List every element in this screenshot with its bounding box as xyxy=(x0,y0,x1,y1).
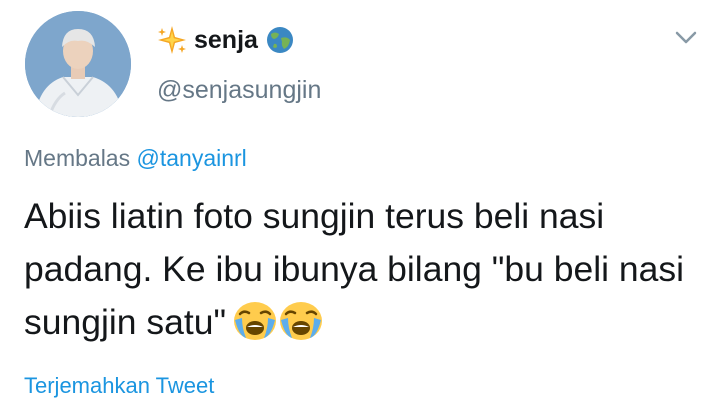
tweet-card: senja @senjasungjin Membalas @tanyainrl … xyxy=(0,0,720,405)
tweet-emoji-group xyxy=(232,300,324,357)
avatar[interactable] xyxy=(25,11,131,117)
reply-target-link[interactable]: @tanyainrl xyxy=(137,145,247,171)
loudly-crying-face-icon xyxy=(278,300,324,342)
chevron-down-icon[interactable] xyxy=(674,30,698,46)
reply-context: Membalas @tanyainrl xyxy=(24,145,247,172)
globe-emoji-icon xyxy=(265,25,295,55)
user-name-row[interactable]: senja xyxy=(157,22,295,58)
translate-tweet-link[interactable]: Terjemahkan Tweet xyxy=(24,373,214,399)
tweet-body: Abiis liatin foto sungjin terus beli nas… xyxy=(24,190,704,357)
sparkle-emoji-icon xyxy=(157,25,187,55)
loudly-crying-face-icon xyxy=(232,300,278,342)
user-handle[interactable]: @senjasungjin xyxy=(157,76,321,105)
reply-prefix: Membalas xyxy=(24,145,131,171)
tweet-text: Abiis liatin foto sungjin terus beli nas… xyxy=(24,196,684,342)
display-name: senja xyxy=(194,25,258,54)
